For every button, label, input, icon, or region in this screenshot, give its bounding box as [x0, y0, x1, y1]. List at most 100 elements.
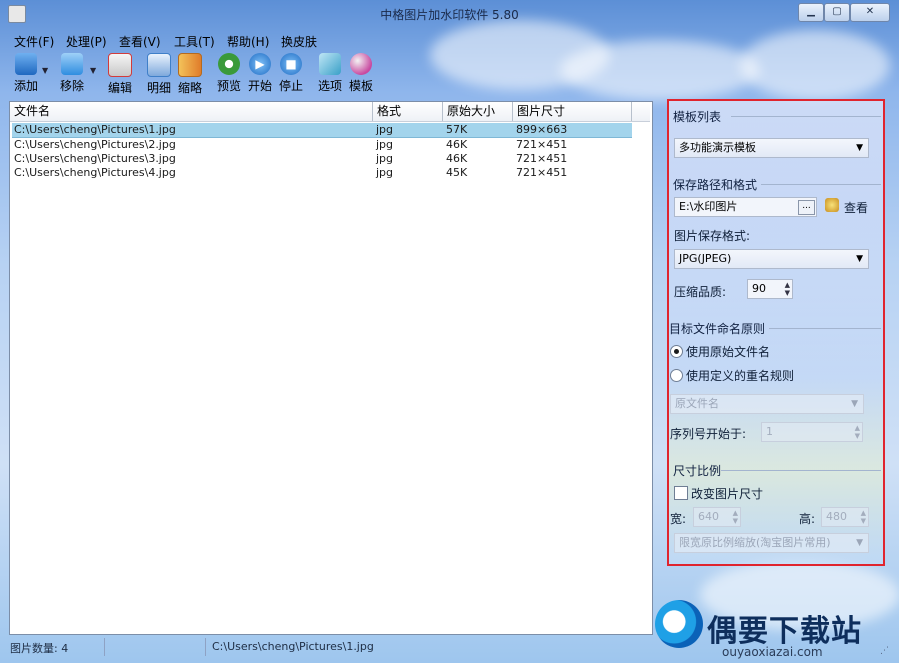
table-row[interactable]: C:\Users\cheng\Pictures\2.jpg jpg 46K 72… — [12, 138, 632, 152]
close-icon: ✕ — [865, 6, 875, 17]
cell-format: jpg — [376, 123, 394, 136]
cell-size: 57K — [446, 123, 468, 136]
column-filename[interactable]: 文件名 — [10, 102, 373, 121]
menu-help[interactable]: 帮助(H) — [227, 33, 269, 50]
radio-original-name[interactable] — [670, 345, 683, 358]
resize-label[interactable]: 改变图片尺寸 — [691, 485, 763, 502]
menu-file[interactable]: 文件(F) — [14, 33, 54, 50]
save-path-value: E:\水印图片 — [679, 200, 738, 213]
column-dimensions[interactable]: 图片尺寸 — [513, 102, 632, 121]
width-value: 640 — [698, 510, 719, 523]
cell-format: jpg — [376, 166, 394, 179]
table-row[interactable]: C:\Users\cheng\Pictures\3.jpg jpg 46K 72… — [12, 152, 632, 166]
radio-original-label[interactable]: 使用原始文件名 — [686, 343, 770, 360]
list-header: 文件名 格式 原始大小 图片尺寸 — [10, 102, 650, 122]
start-button[interactable]: ▶ 开始 — [246, 53, 274, 94]
maximize-icon: ▢ — [832, 6, 842, 17]
spin-arrows-icon[interactable]: ▲ ▼ — [785, 281, 790, 297]
divider — [104, 638, 105, 656]
menu-process[interactable]: 处理(P) — [66, 33, 107, 50]
format-select-value: JPG(JPEG) — [679, 252, 732, 265]
width-label: 宽: — [670, 512, 687, 526]
divider — [769, 328, 881, 329]
cell-filename: C:\Users\cheng\Pictures\1.jpg — [14, 123, 176, 136]
minimize-button[interactable]: ▁ — [798, 3, 824, 22]
cell-dimensions: 721×451 — [516, 152, 568, 165]
radio-custom-rule[interactable] — [670, 369, 683, 382]
save-group-title: 保存路径和格式 — [673, 178, 758, 192]
thumbnail-icon — [178, 53, 202, 77]
cell-dimensions: 721×451 — [516, 138, 568, 151]
spin-arrows-icon: ▲ ▼ — [860, 509, 866, 525]
sequence-value: 1 — [766, 425, 773, 438]
browse-button[interactable]: ... — [798, 200, 815, 215]
quality-value: 90 — [752, 282, 766, 295]
play-icon: ▶ — [249, 53, 271, 75]
chevron-down-icon: ▼ — [856, 254, 863, 264]
options-label: 选项 — [317, 79, 342, 93]
file-list[interactable]: 文件名 格式 原始大小 图片尺寸 C:\Users\cheng\Pictures… — [9, 101, 653, 635]
format-label: 图片保存格式: — [674, 229, 751, 243]
cell-dimensions: 721×451 — [516, 166, 568, 179]
folder-icon[interactable] — [825, 198, 839, 212]
quality-stepper[interactable]: 90 ▲ ▼ — [747, 279, 793, 299]
height-value: 480 — [826, 510, 847, 523]
chevron-down-icon: ▼ — [856, 538, 863, 548]
cell-format: jpg — [376, 152, 394, 165]
quality-label: 压缩品质: — [674, 285, 727, 299]
column-format[interactable]: 格式 — [373, 102, 443, 121]
save-path-field[interactable]: E:\水印图片 — [674, 197, 817, 217]
maximize-button[interactable]: ▢ — [824, 3, 850, 22]
cloud-decoration — [740, 30, 890, 100]
spin-arrows-icon: ▲ ▼ — [854, 424, 860, 440]
resize-checkbox[interactable] — [674, 486, 688, 500]
stop-icon: ■ — [280, 53, 302, 75]
column-size[interactable]: 原始大小 — [443, 102, 513, 121]
add-button[interactable]: 添加 — [12, 53, 40, 94]
add-dropdown-arrow-icon[interactable]: ▼ — [42, 66, 48, 75]
format-select[interactable]: JPG(JPEG) ▼ — [674, 249, 869, 269]
start-label: 开始 — [247, 79, 272, 93]
detail-button[interactable]: 明细 — [145, 53, 173, 96]
remove-dropdown-arrow-icon[interactable]: ▼ — [90, 66, 96, 75]
detail-icon — [147, 53, 171, 77]
template-select-value: 多功能演示模板 — [679, 141, 756, 154]
close-button[interactable]: ✕ — [850, 3, 890, 22]
remove-icon — [61, 53, 83, 75]
resize-grip-icon[interactable]: ⋰ — [880, 646, 889, 656]
cell-filename: C:\Users\cheng\Pictures\4.jpg — [14, 166, 176, 179]
preview-button[interactable]: 预览 — [215, 53, 243, 94]
options-icon — [319, 53, 341, 75]
current-file-path: C:\Users\cheng\Pictures\1.jpg — [212, 640, 374, 653]
edit-icon — [108, 53, 132, 77]
remove-button[interactable]: 移除 — [58, 53, 86, 94]
view-link[interactable]: 查看 — [844, 199, 868, 216]
options-button[interactable]: 选项 — [316, 53, 344, 94]
divider — [731, 116, 881, 117]
template-button[interactable]: 模板 — [347, 53, 375, 94]
preview-label: 预览 — [216, 79, 241, 93]
preview-icon — [218, 53, 240, 75]
image-count: 图片数量: 4 — [10, 642, 69, 655]
divider — [205, 638, 206, 656]
add-icon — [15, 53, 37, 75]
template-label: 模板 — [348, 79, 373, 93]
chevron-down-icon: ▼ — [851, 399, 858, 409]
template-select[interactable]: 多功能演示模板 ▼ — [674, 138, 869, 158]
menu-tools[interactable]: 工具(T) — [174, 33, 215, 50]
table-row[interactable]: C:\Users\cheng\Pictures\1.jpg jpg 57K 89… — [12, 123, 632, 138]
spin-arrows-icon: ▲ ▼ — [732, 509, 738, 525]
sequence-start-field: 1 ▲ ▼ — [761, 422, 863, 442]
add-label: 添加 — [13, 79, 38, 93]
height-field: 480 ▲ ▼ — [821, 507, 869, 527]
edit-button[interactable]: 编辑 — [106, 53, 134, 96]
thumbnail-button[interactable]: 缩略 — [176, 53, 204, 96]
cell-format: jpg — [376, 138, 394, 151]
menu-skin[interactable]: 换皮肤 — [281, 33, 317, 50]
settings-panel: 模板列表 多功能演示模板 ▼ 保存路径和格式 E:\水印图片 ... 查看 图片… — [667, 99, 885, 566]
menu-view[interactable]: 查看(V) — [119, 33, 161, 50]
radio-custom-label[interactable]: 使用定义的重名规则 — [686, 367, 794, 384]
table-row[interactable]: C:\Users\cheng\Pictures\4.jpg jpg 45K 72… — [12, 166, 632, 180]
scale-mode-select: 限宽原比例缩放(淘宝图片常用) ▼ — [674, 533, 869, 553]
stop-button[interactable]: ■ 停止 — [277, 53, 305, 94]
